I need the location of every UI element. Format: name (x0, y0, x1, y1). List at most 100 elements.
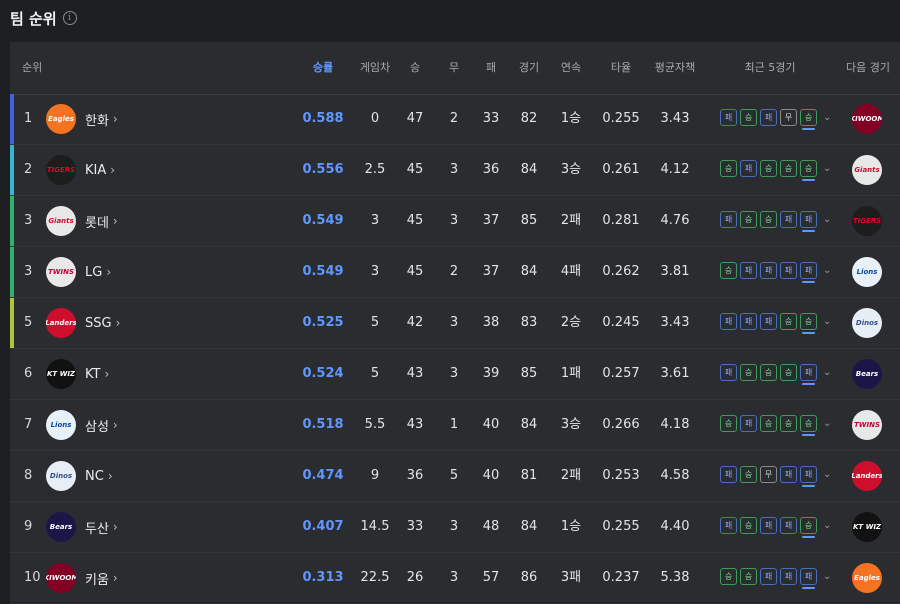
lions-logo: Lions (46, 410, 76, 440)
table-row: 1 Eagles 한화 › 0.588 0 47 2 33 82 1승 0.255 3.43 패 승 패 무 승 ⌄… (10, 94, 900, 145)
table-row: 5 Landers SSG › 0.525 5 42 3 38 83 2승 0.245 3.43 패 패 패 승… (10, 298, 900, 349)
col-draws[interactable]: 무 (449, 42, 459, 94)
tigers-logo[interactable]: TIGERS (852, 206, 882, 236)
rank-cell: 6 (24, 366, 33, 381)
rank-cell: 1 (24, 111, 33, 126)
team-name: 삼성 (85, 419, 109, 435)
landers-logo[interactable]: Landers (852, 461, 882, 491)
losses-cell: 37 (482, 213, 500, 228)
col-next-game: 다음 경기 (846, 61, 890, 74)
chevron-down-icon[interactable]: ⌄ (823, 112, 831, 123)
table-row: 8 Dinos NC › 0.474 9 36 5 40 81 2패 0.253 4.58 패 승 무 패 패 ⌄ L… (10, 451, 900, 502)
col-era[interactable]: 평균자책 (655, 42, 695, 94)
rank-indicator-bar (10, 349, 14, 399)
twins-logo[interactable]: TWINS (852, 410, 882, 440)
recent-5-games[interactable]: 패 승 승 패 패 ⌄ (720, 211, 831, 232)
game-result-badge: 패 (800, 466, 817, 487)
recent-5-games[interactable]: 패 승 승 승 패 ⌄ (720, 364, 831, 385)
recent-5-games[interactable]: 패 승 무 패 패 ⌄ (720, 466, 831, 487)
draws-cell: 1 (449, 417, 459, 432)
game-result-badge: 승 (720, 160, 737, 177)
recent-5-games[interactable]: 패 패 패 승 승 ⌄ (720, 313, 831, 334)
chevron-down-icon[interactable]: ⌄ (823, 163, 831, 174)
col-streak[interactable]: 연속 (561, 42, 581, 94)
team-link[interactable]: Dinos NC › (46, 451, 113, 501)
team-link[interactable]: Lions 삼성 › (46, 400, 118, 450)
team-link[interactable]: TIGERS KIA › (46, 145, 115, 195)
batting-avg-cell: 0.253 (602, 468, 640, 483)
chevron-down-icon[interactable]: ⌄ (823, 316, 831, 327)
info-icon[interactable]: i (62, 11, 77, 25)
games-behind-cell: 22.5 (360, 570, 390, 585)
rank-cell: 8 (24, 468, 33, 483)
chevron-down-icon[interactable]: ⌄ (823, 367, 831, 378)
bears-logo[interactable]: Bears (852, 359, 882, 389)
era-cell: 4.12 (660, 162, 690, 177)
streak-cell: 1패 (560, 366, 582, 381)
lions-logo[interactable]: Lions (852, 257, 882, 287)
chevron-down-icon[interactable]: ⌄ (823, 571, 831, 582)
games-cell: 81 (520, 468, 538, 483)
table-row: 3 TWINS LG › 0.549 3 45 2 37 84 4패 0.262 3.81 승 패 패 패 패 ⌄ L… (10, 247, 900, 298)
col-rank[interactable]: 순위 (22, 42, 42, 94)
team-name: 한화 (85, 113, 109, 129)
page-title: 팀 순위 (10, 9, 57, 28)
streak-cell: 4패 (560, 264, 582, 279)
team-name: 롯데 (85, 215, 109, 231)
games-behind-cell: 5 (370, 315, 380, 330)
streak-cell: 2패 (560, 213, 582, 228)
era-cell: 3.81 (660, 264, 690, 279)
chevron-down-icon[interactable]: ⌄ (823, 418, 831, 429)
eagles-logo[interactable]: Eagles (852, 563, 882, 593)
game-result-badge: 승 (780, 364, 797, 381)
draws-cell: 3 (449, 366, 459, 381)
draws-cell: 3 (449, 162, 459, 177)
losses-cell: 40 (482, 468, 500, 483)
team-link[interactable]: Landers SSG › (46, 298, 120, 348)
chevron-down-icon[interactable]: ⌄ (823, 265, 831, 276)
wiz-logo[interactable]: KT WIZ (852, 512, 882, 542)
win-pct-cell: 0.556 (302, 162, 344, 177)
losses-cell: 38 (482, 315, 500, 330)
game-result-badge: 승 (800, 415, 817, 436)
batting-avg-cell: 0.245 (602, 315, 640, 330)
col-losses[interactable]: 패 (486, 42, 496, 94)
batting-avg-cell: 0.257 (602, 366, 640, 381)
recent-5-games[interactable]: 승 패 승 승 승 ⌄ (720, 415, 831, 436)
team-link[interactable]: TWINS LG › (46, 247, 111, 297)
team-link[interactable]: KT WIZ KT › (46, 349, 109, 399)
col-batting-avg[interactable]: 타율 (611, 42, 631, 94)
col-wins[interactable]: 승 (410, 42, 420, 94)
recent-5-games[interactable]: 승 승 패 패 패 ⌄ (720, 568, 831, 589)
chevron-down-icon[interactable]: ⌄ (823, 214, 831, 225)
chevron-right-icon: › (112, 571, 118, 585)
team-name: NC (85, 468, 104, 484)
game-result-badge: 승 (760, 364, 777, 381)
recent-5-games[interactable]: 승 패 패 패 패 ⌄ (720, 262, 831, 283)
team-link[interactable]: KIWOOM 키움› (46, 553, 118, 603)
batting-avg-cell: 0.237 (602, 570, 640, 585)
team-link[interactable]: Eagles 한화 › (46, 94, 118, 144)
team-link[interactable]: Giants 롯데 › (46, 196, 118, 246)
rank-cell: 3 (24, 264, 33, 279)
recent-5-games[interactable]: 패 승 패 무 승 ⌄ (720, 109, 831, 130)
game-result-badge: 승 (760, 211, 777, 228)
dinos-logo[interactable]: Dinos (852, 308, 882, 338)
col-games[interactable]: 경기 (519, 42, 539, 94)
batting-avg-cell: 0.255 (602, 111, 640, 126)
batting-avg-cell: 0.266 (602, 417, 640, 432)
giants-logo[interactable]: Giants (852, 155, 882, 185)
col-games-behind[interactable]: 게임차 (360, 42, 390, 94)
team-link[interactable]: Bears 두산 › (46, 502, 118, 552)
recent-5-games[interactable]: 패 승 패 패 승 ⌄ (720, 517, 831, 538)
game-result-badge: 패 (800, 211, 817, 232)
col-win-pct[interactable]: 승률 (313, 42, 333, 94)
chevron-down-icon[interactable]: ⌄ (823, 520, 831, 531)
losses-cell: 37 (482, 264, 500, 279)
table-header: 순위 승률 게임차 승 무 패 경기 연속 타율 평균자책 최근 5경기 다음 … (10, 42, 900, 95)
win-pct-cell: 0.588 (302, 111, 344, 126)
recent-5-games[interactable]: 승 패 승 승 승 ⌄ (720, 160, 831, 181)
chevron-down-icon[interactable]: ⌄ (823, 469, 831, 480)
wins-cell: 36 (406, 468, 424, 483)
heroes-logo[interactable]: KIWOOM (852, 104, 882, 134)
